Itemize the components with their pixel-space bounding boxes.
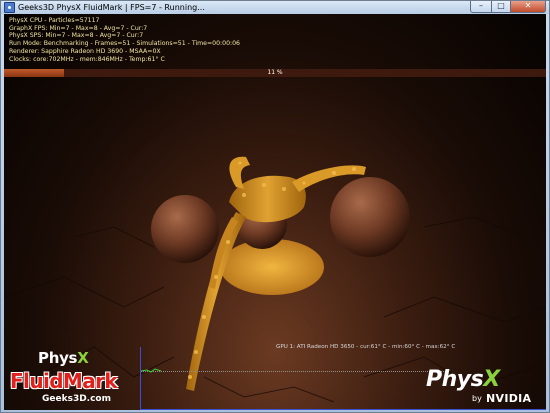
minimize-icon: – (479, 1, 483, 10)
window-title: Geeks3D PhysX FluidMark | FPS=7 - Runnin… (18, 3, 205, 12)
logo-by-text: by (472, 394, 482, 403)
stats-physx-sps: PhysX SPS: Min=7 - Max=8 - Avg=7 - Cur:7 (9, 32, 144, 40)
physx-label: PhysX (38, 349, 89, 367)
maximize-icon: □ (497, 1, 505, 10)
gpu-temp-info: GPU 1: ATI Radeon HD 3650 - cur:61° C - … (276, 344, 456, 350)
maximize-button[interactable]: □ (492, 1, 511, 13)
render-viewport[interactable]: PhysX CPU - Particles=57117 GraphX FPS: … (4, 14, 546, 410)
close-button[interactable]: ✕ (511, 1, 546, 13)
close-icon: ✕ (524, 1, 532, 10)
stats-overlay: PhysX CPU - Particles=57117 GraphX FPS: … (9, 17, 240, 63)
sphere-left (151, 195, 219, 263)
physx-label-x: X (77, 349, 89, 367)
stats-run-mode: Run Mode: Benchmarking - Frames=51 - Sim… (9, 40, 240, 48)
logo-physx-prefix: Phys (426, 367, 484, 392)
graph-max-temp-line (141, 371, 448, 372)
benchmark-progress-bar: 11 % (4, 69, 546, 77)
stats-graphx-fps: GraphX FPS: Min=7 - Max=8 - Avg=7 - Cur:… (9, 24, 148, 32)
fluid-pool (220, 239, 324, 295)
minimize-button[interactable]: – (470, 1, 492, 13)
graph-temp-trace (141, 368, 161, 373)
benchmark-progress-label: 11 % (267, 69, 283, 76)
title-bar[interactable]: Geeks3D PhysX FluidMark | FPS=7 - Runnin… (1, 1, 549, 14)
window-controls: – □ ✕ (470, 1, 546, 13)
logo-physx-x: X (483, 367, 500, 392)
physx-label-prefix: Phys (38, 349, 78, 367)
stats-clocks: Clocks: core:702MHz - mem:846MHz - Temp:… (9, 55, 165, 63)
stats-renderer: Renderer: Sapphire Radeon HD 3690 - MSAA… (9, 47, 161, 55)
app-window: Geeks3D PhysX FluidMark | FPS=7 - Runnin… (0, 0, 550, 413)
geeks3d-site-label: Geeks3D.com (42, 394, 111, 404)
sphere-right (330, 177, 410, 257)
physx-nvidia-logo: PhysX (426, 367, 500, 392)
fluidmark-label: FluidMark (10, 369, 118, 393)
graph-x-axis (140, 409, 546, 410)
graph-y-axis (140, 347, 141, 410)
app-icon (4, 2, 15, 13)
stats-particles: PhysX CPU - Particles=57117 (9, 17, 100, 24)
logo-nvidia-text: NVIDIA (486, 392, 532, 405)
